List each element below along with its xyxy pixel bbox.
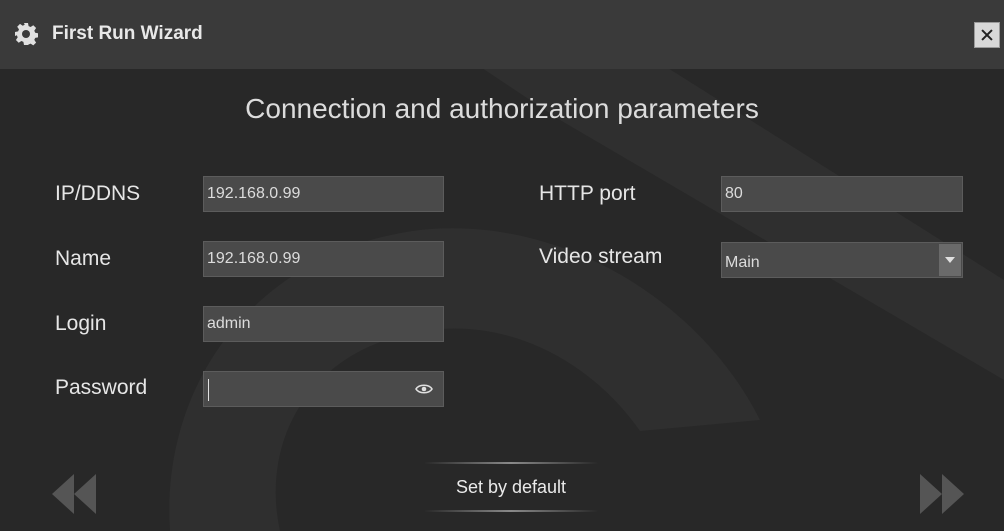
ip-ddns-input[interactable]: 192.168.0.99 [203, 176, 444, 212]
eye-icon[interactable] [415, 382, 433, 396]
password-label: Password [55, 376, 148, 399]
http-port-input[interactable]: 80 [721, 176, 963, 212]
text-caret [208, 379, 209, 401]
name-value: 192.168.0.99 [207, 250, 301, 267]
double-chevron-left-icon[interactable] [50, 472, 100, 516]
ip-ddns-value: 192.168.0.99 [207, 185, 301, 202]
login-input[interactable]: admin [203, 306, 444, 342]
ip-label: IP/DDNS [55, 182, 141, 205]
title-bar: First Run Wizard [0, 0, 1004, 69]
double-chevron-right-icon[interactable] [916, 472, 966, 516]
http-port-label: HTTP port [539, 182, 636, 205]
set-by-default-button[interactable]: Set by default [424, 462, 598, 512]
window-title: First Run Wizard [52, 23, 203, 44]
button-bottom-border [424, 510, 598, 512]
first-run-wizard-window: First Run Wizard Connection and authoriz… [0, 0, 1004, 531]
login-label: Login [55, 312, 107, 335]
http-port-value: 80 [725, 185, 743, 202]
close-icon[interactable] [974, 22, 1000, 48]
video-stream-value: Main [725, 254, 760, 271]
button-top-border [424, 462, 598, 464]
gear-icon [15, 23, 38, 46]
video-stream-label: Video stream [539, 245, 663, 268]
password-input[interactable] [203, 371, 444, 407]
chevron-down-icon[interactable] [939, 244, 961, 276]
login-value: admin [207, 315, 251, 332]
set-by-default-label: Set by default [455, 477, 567, 497]
name-input[interactable]: 192.168.0.99 [203, 241, 444, 277]
page-title: Connection and authorization parameters [245, 93, 759, 124]
name-label: Name [55, 247, 112, 270]
video-stream-select[interactable]: Main [721, 242, 963, 278]
